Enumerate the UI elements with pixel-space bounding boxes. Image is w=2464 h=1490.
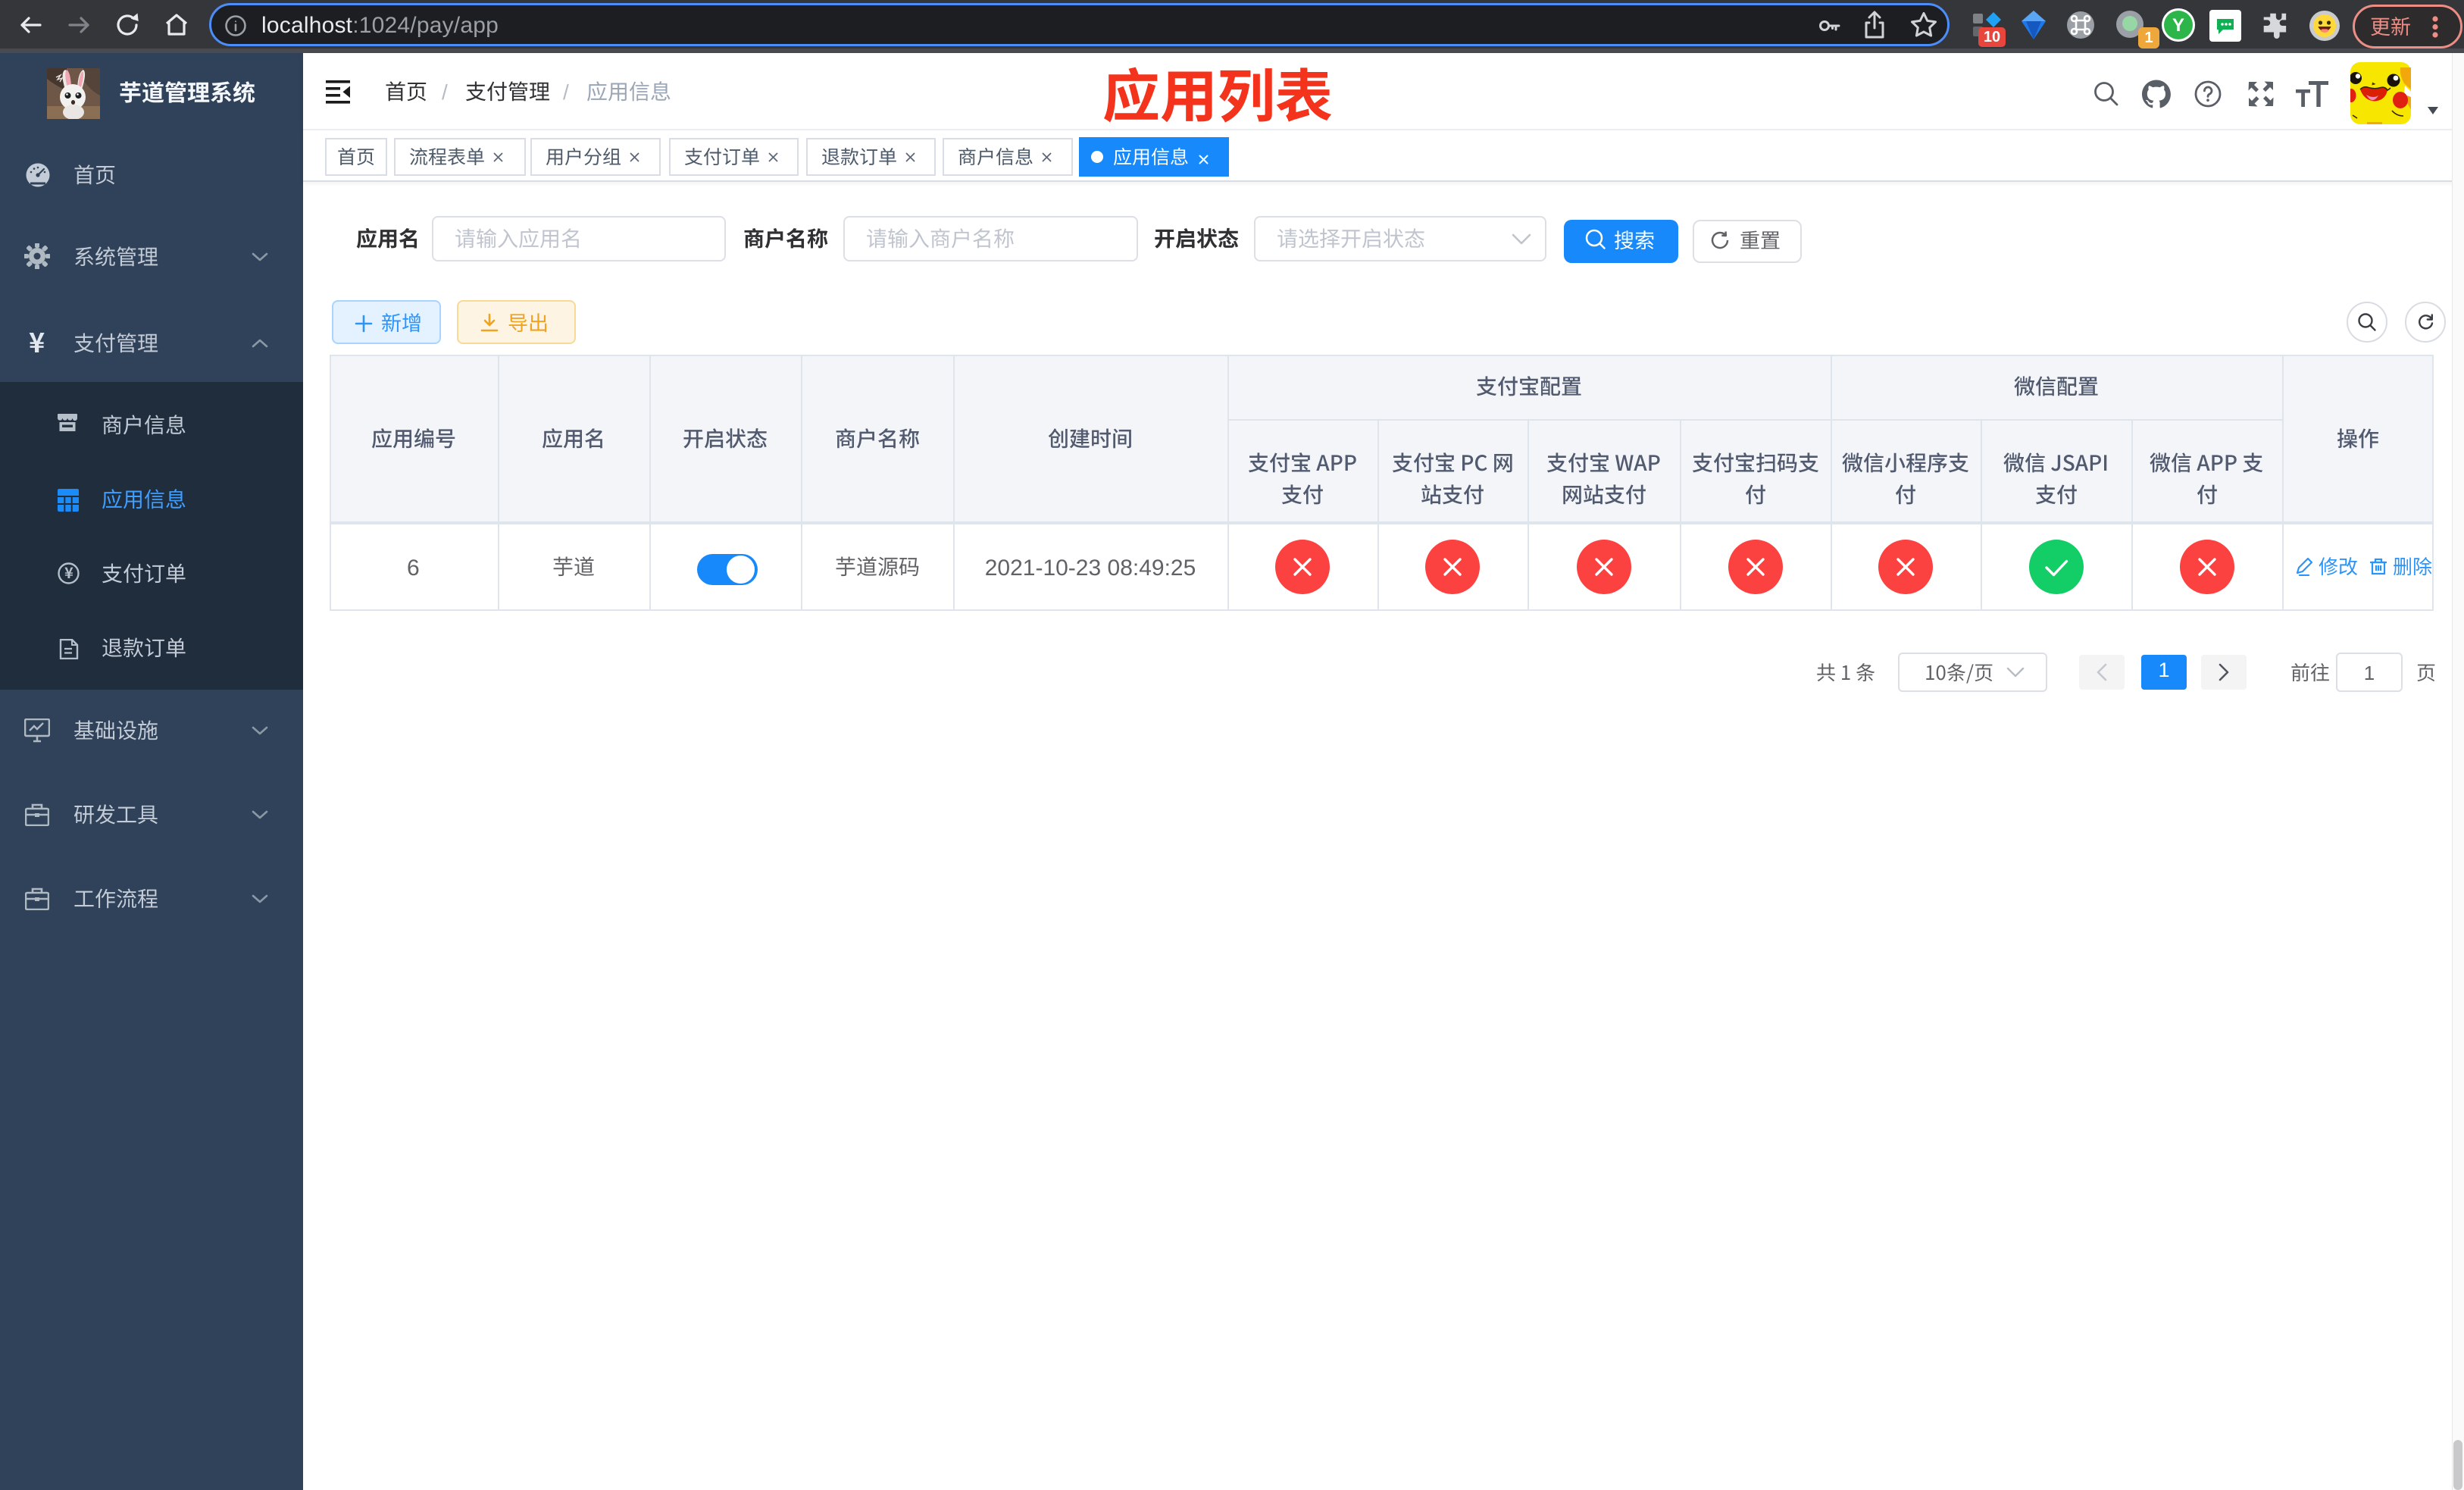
svg-text:Y: Y [2172, 15, 2184, 36]
